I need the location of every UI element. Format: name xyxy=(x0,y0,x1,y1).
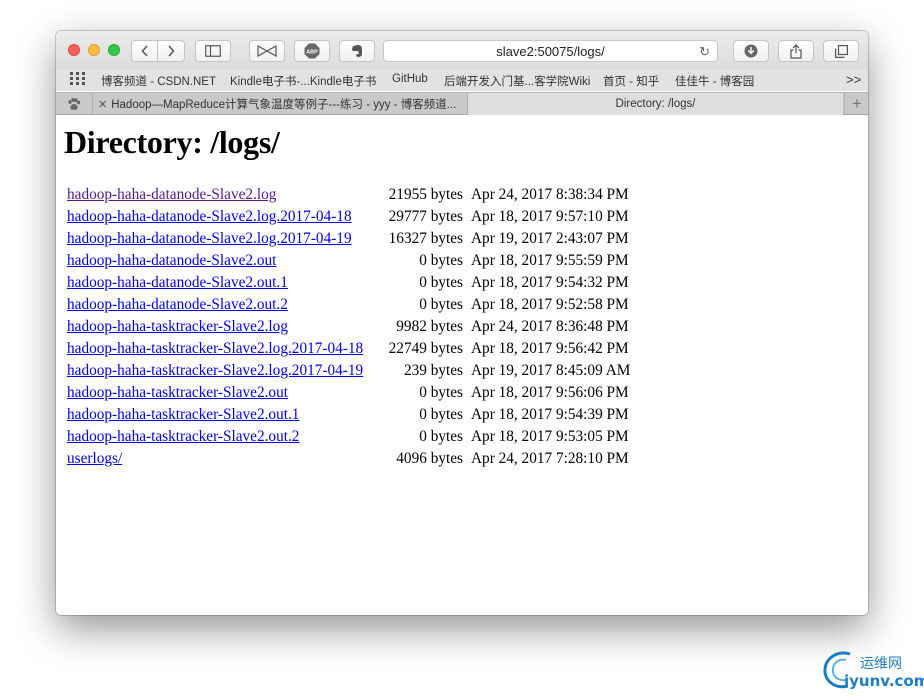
file-date: Apr 19, 2017 2:43:07 PM xyxy=(471,230,629,247)
tab-hadoop-article[interactable]: ✕ Hadoop—MapReduce计算气象温度等例子---练习 - yyy -… xyxy=(93,93,468,115)
file-date: Apr 24, 2017 8:38:34 PM xyxy=(471,186,629,203)
file-link[interactable]: hadoop-haha-tasktracker-Slave2.log.2017-… xyxy=(67,338,363,360)
file-size: 0 bytes xyxy=(419,252,463,269)
extension-bow-button[interactable] xyxy=(249,40,285,62)
file-date: Apr 24, 2017 8:36:48 PM xyxy=(471,318,629,335)
chevron-right-icon xyxy=(168,45,175,57)
adblock-button[interactable]: ABP xyxy=(294,40,330,62)
share-icon xyxy=(790,43,802,59)
tab-bar: ✕ Hadoop—MapReduce计算气象温度等例子---练习 - yyy -… xyxy=(56,92,868,115)
forward-button[interactable] xyxy=(158,40,185,62)
reload-icon[interactable]: ↻ xyxy=(699,44,710,60)
file-date: Apr 18, 2017 9:54:39 PM xyxy=(471,406,629,423)
file-link[interactable]: hadoop-haha-datanode-Slave2.out xyxy=(67,250,276,272)
file-link[interactable]: hadoop-haha-datanode-Slave2.log.2017-04-… xyxy=(67,206,352,228)
file-date: Apr 18, 2017 9:56:42 PM xyxy=(471,340,629,357)
chevron-left-icon xyxy=(140,45,148,57)
bowtie-icon xyxy=(257,45,277,57)
zoom-window-button[interactable] xyxy=(108,44,120,56)
bookmark-jikexueyuan[interactable]: 后端开发入门基...客学院Wiki xyxy=(444,73,590,89)
download-icon xyxy=(744,44,758,58)
paw-icon xyxy=(68,97,81,110)
file-date: Apr 18, 2017 9:57:10 PM xyxy=(471,208,629,225)
file-size: 4096 bytes xyxy=(396,450,463,467)
file-size: 0 bytes xyxy=(419,384,463,401)
page-content: Directory: /logs/ hadoop-haha-datanode-S… xyxy=(56,115,868,615)
watermark: 运维网 iyunv.com xyxy=(820,648,924,692)
bookmark-csdn[interactable]: 博客频道 - CSDN.NET xyxy=(101,73,216,89)
file-link[interactable]: hadoop-haha-datanode-Slave2.out.2 xyxy=(67,294,288,316)
file-size: 0 bytes xyxy=(419,274,463,291)
close-window-button[interactable] xyxy=(68,44,80,56)
file-size: 0 bytes xyxy=(419,406,463,423)
bookmark-cnblogs[interactable]: 佳佳牛 - 博客园 xyxy=(675,73,754,89)
file-link[interactable]: hadoop-haha-datanode-Slave2.log xyxy=(67,184,276,206)
file-date: Apr 18, 2017 9:56:06 PM xyxy=(471,384,629,401)
svg-text:ABP: ABP xyxy=(306,50,318,56)
file-date: Apr 18, 2017 9:55:59 PM xyxy=(471,252,629,269)
tab-overview-button[interactable] xyxy=(823,40,859,62)
sidebar-button[interactable] xyxy=(195,40,231,62)
file-link[interactable]: userlogs/ xyxy=(67,448,122,470)
file-size: 29777 bytes xyxy=(388,208,463,225)
bookmarks-overflow-button[interactable]: >> xyxy=(846,72,861,87)
watermark-cn-text: 运维网 xyxy=(860,656,902,672)
file-size: 239 bytes xyxy=(403,362,463,379)
tab-directory-logs[interactable]: Directory: /logs/ xyxy=(468,93,843,115)
file-size: 21955 bytes xyxy=(388,186,463,203)
file-link[interactable]: hadoop-haha-tasktracker-Slave2.log.2017-… xyxy=(67,360,363,382)
file-link[interactable]: hadoop-haha-tasktracker-Slave2.out.2 xyxy=(67,426,299,448)
tab-label: Directory: /logs/ xyxy=(615,98,696,110)
close-tab-icon[interactable]: ✕ xyxy=(98,98,107,111)
pinned-tab[interactable] xyxy=(56,93,93,115)
top-sites-icon[interactable] xyxy=(70,72,85,88)
file-size: 0 bytes xyxy=(419,296,463,313)
file-date: Apr 18, 2017 9:52:58 PM xyxy=(471,296,629,313)
file-link[interactable]: hadoop-haha-tasktracker-Slave2.out xyxy=(67,382,288,404)
file-link[interactable]: hadoop-haha-datanode-Slave2.out.1 xyxy=(67,272,288,294)
file-size: 0 bytes xyxy=(419,428,463,445)
evernote-icon xyxy=(352,45,362,57)
minimize-window-button[interactable] xyxy=(88,44,100,56)
bookmark-kindle[interactable]: Kindle电子书-...Kindle电子书 xyxy=(230,73,376,89)
file-date: Apr 18, 2017 9:53:05 PM xyxy=(471,428,629,445)
file-date: Apr 19, 2017 8:45:09 AM xyxy=(471,362,631,379)
back-button[interactable] xyxy=(131,40,158,62)
browser-toolbar: ABP slave2:50075/logs/ ↻ xyxy=(56,31,868,69)
file-date: Apr 24, 2017 7:28:10 PM xyxy=(471,450,629,467)
address-bar[interactable]: slave2:50075/logs/ ↻ xyxy=(383,40,718,62)
file-size: 16327 bytes xyxy=(388,230,463,247)
plus-icon: + xyxy=(852,94,862,113)
file-link[interactable]: hadoop-haha-datanode-Slave2.log.2017-04-… xyxy=(67,228,352,250)
nav-buttons xyxy=(131,40,185,62)
file-date: Apr 18, 2017 9:54:32 PM xyxy=(471,274,629,291)
file-size: 22749 bytes xyxy=(388,340,463,357)
bookmark-github[interactable]: GitHub xyxy=(392,73,428,85)
file-link[interactable]: hadoop-haha-tasktracker-Slave2.out.1 xyxy=(67,404,299,426)
share-button[interactable] xyxy=(778,40,814,62)
browser-window: ABP slave2:50075/logs/ ↻ 博客频道 - CSDN.NET… xyxy=(56,31,868,615)
page-title: Directory: /logs/ xyxy=(64,124,280,160)
file-size: 9982 bytes xyxy=(396,318,463,335)
new-tab-button[interactable]: + xyxy=(844,93,868,115)
bookmarks-bar: 博客频道 - CSDN.NET Kindle电子书-...Kindle电子书 G… xyxy=(56,69,868,91)
bookmark-zhihu[interactable]: 首页 - 知乎 xyxy=(603,73,659,89)
file-link[interactable]: hadoop-haha-tasktracker-Slave2.log xyxy=(67,316,288,338)
watermark-en-text: iyunv.com xyxy=(844,672,924,690)
adblock-icon: ABP xyxy=(304,43,320,59)
downloads-button[interactable] xyxy=(733,40,769,62)
sidebar-icon xyxy=(205,45,221,57)
address-url: slave2:50075/logs/ xyxy=(496,43,605,59)
tabs-icon xyxy=(834,44,848,58)
evernote-button[interactable] xyxy=(339,40,375,62)
tab-label: Hadoop—MapReduce计算气象温度等例子---练习 - yyy - 博… xyxy=(111,99,457,111)
